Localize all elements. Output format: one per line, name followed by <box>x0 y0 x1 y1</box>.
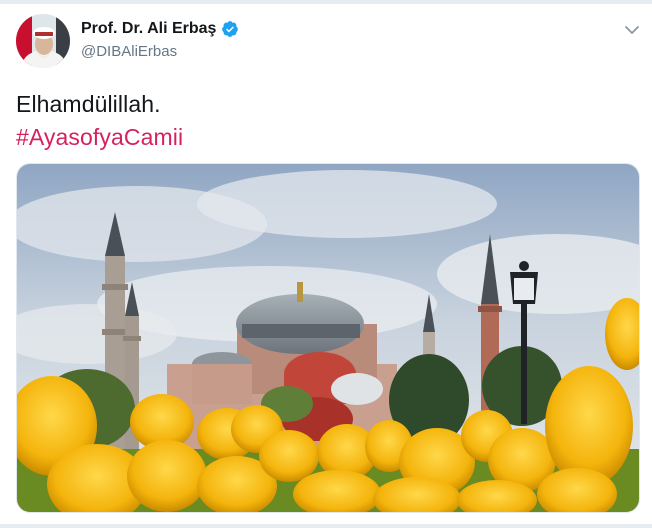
top-divider <box>0 0 652 4</box>
author-display-name[interactable]: Prof. Dr. Ali Erbaş <box>81 20 216 38</box>
avatar[interactable] <box>16 14 70 68</box>
tweet-card[interactable]: Prof. Dr. Ali Erbaş @DIBAliErbas Elhamdü… <box>0 0 652 528</box>
hagia-sophia-photo <box>17 164 639 512</box>
hashtag-link[interactable]: #AyasofyaCamii <box>16 124 183 151</box>
author-name-row[interactable]: Prof. Dr. Ali Erbaş <box>81 20 239 38</box>
tweet-text-line: Elhamdülillah. <box>16 91 161 117</box>
chevron-down-icon[interactable] <box>622 20 642 40</box>
tweet-photo[interactable] <box>16 163 640 513</box>
verified-badge-icon <box>221 20 239 38</box>
avatar-image <box>16 14 70 68</box>
hashtag-text[interactable]: #AyasofyaCamii <box>16 124 183 150</box>
author-handle[interactable]: @DIBAliErbas <box>81 43 177 60</box>
bottom-divider <box>0 524 652 528</box>
